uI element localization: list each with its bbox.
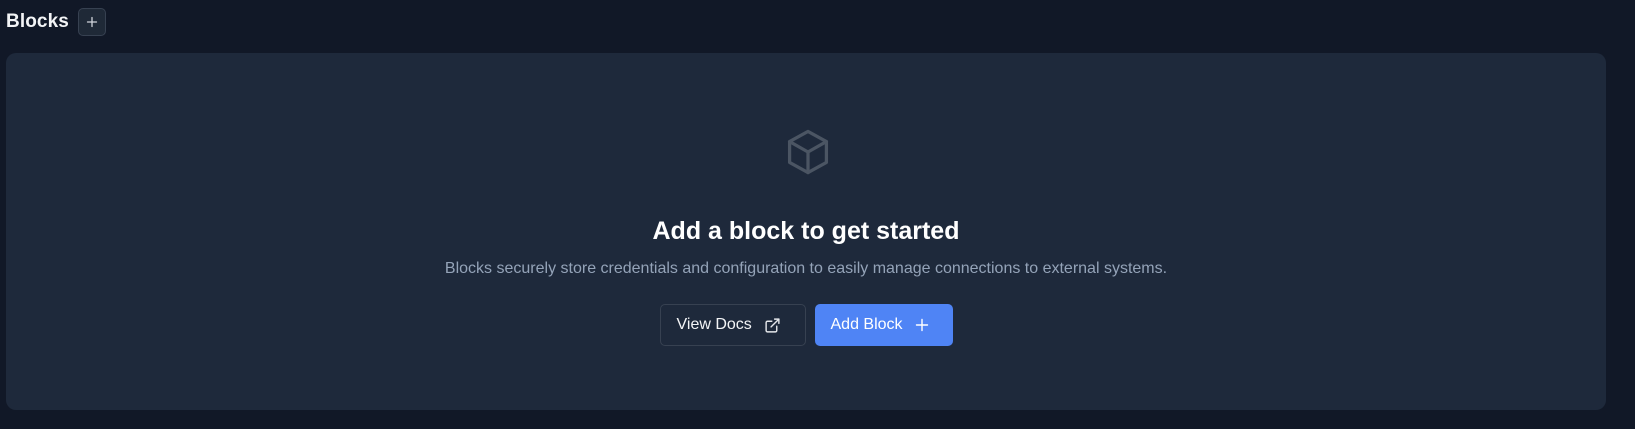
- view-docs-label: View Docs: [676, 316, 752, 333]
- page-header: Blocks: [6, 7, 106, 37]
- add-block-label: Add Block: [830, 316, 903, 333]
- add-block-button[interactable]: Add Block: [814, 304, 953, 346]
- view-docs-button[interactable]: View Docs: [659, 304, 806, 346]
- empty-state-title: Add a block to get started: [652, 217, 960, 245]
- page-title: Blocks: [6, 11, 69, 32]
- empty-state-card: Add a block to get started Blocks secure…: [6, 53, 1606, 410]
- plus-icon: [915, 318, 929, 332]
- empty-state-description: Blocks securely store credentials and co…: [444, 260, 1168, 277]
- external-link-icon: [764, 317, 781, 334]
- cube-icon: [787, 129, 829, 175]
- plus-icon: [86, 16, 98, 28]
- add-block-header-button[interactable]: [77, 8, 106, 36]
- empty-state-actions: View Docs Add Block: [6, 304, 1606, 346]
